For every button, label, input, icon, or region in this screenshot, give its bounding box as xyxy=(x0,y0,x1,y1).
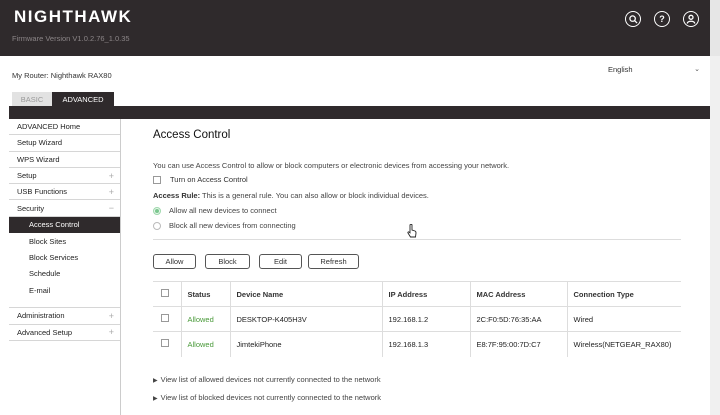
status-cell: Allowed xyxy=(180,306,230,332)
firmware-version: Firmware Version V1.0.2.76_1.0.35 xyxy=(12,34,130,43)
mode-tabs: BASIC ADVANCED xyxy=(12,92,114,106)
sidebar-subitem-email[interactable]: E-mail xyxy=(9,282,120,298)
allowed-devices-link[interactable]: ▶ View list of allowed devices not curren… xyxy=(153,375,381,384)
access-rule-label: Access Rule: xyxy=(153,191,201,200)
page-scrollbar[interactable] xyxy=(710,56,720,415)
table-row[interactable]: Allowed JimtekiPhone 192.168.1.3 E8:7F:9… xyxy=(153,331,681,357)
row-checkbox[interactable] xyxy=(161,339,169,348)
sidebar-item-administration[interactable]: Administration + xyxy=(9,308,120,325)
expand-icon: + xyxy=(108,310,114,321)
sidebar-subitem-block-services[interactable]: Block Services xyxy=(9,249,120,265)
sidebar-nav: ADVANCED Home Setup Wizard WPS Wizard Se… xyxy=(9,119,121,415)
turn-on-row: Turn on Access Control xyxy=(153,175,248,184)
sidebar-item-advanced-setup[interactable]: Advanced Setup + xyxy=(9,325,120,341)
blocked-devices-link[interactable]: ▶ View list of blocked devices not curren… xyxy=(153,393,381,402)
section-divider xyxy=(153,239,681,240)
tab-advanced[interactable]: ADVANCED xyxy=(52,92,114,106)
mac-address-cell: 2C:F0:5D:76:35:AA xyxy=(469,306,567,332)
table-header-row: Status Device Name IP Address MAC Addres… xyxy=(153,281,681,307)
expand-icon: + xyxy=(108,170,114,181)
sidebar-item-wps-wizard[interactable]: WPS Wizard xyxy=(9,152,120,168)
mac-address-cell: E8:7F:95:00:7D:C7 xyxy=(469,331,567,357)
block-button[interactable]: Block xyxy=(205,254,250,269)
sidebar-item-advanced-home[interactable]: ADVANCED Home xyxy=(9,119,120,136)
edit-button[interactable]: Edit xyxy=(259,254,302,269)
scrollbar-top xyxy=(710,0,720,56)
row-checkbox[interactable] xyxy=(161,314,169,322)
status-cell: Allowed xyxy=(180,331,230,357)
device-table: Status Device Name IP Address MAC Addres… xyxy=(153,281,681,357)
collapse-icon: − xyxy=(108,203,114,214)
caret-right-icon: ▶ xyxy=(153,378,158,384)
select-all-cell xyxy=(153,281,181,307)
brand-logo: NIGHTHAWK xyxy=(14,7,133,26)
refresh-button[interactable]: Refresh xyxy=(308,254,359,269)
sidebar-item-usb-functions[interactable]: USB Functions + xyxy=(9,184,120,201)
sidebar-subitem-block-sites[interactable]: Block Sites xyxy=(9,233,120,249)
sidebar-subitem-schedule[interactable]: Schedule xyxy=(9,266,120,282)
sidebar-item-security[interactable]: Security − xyxy=(9,200,120,217)
connection-type-cell: Wireless(NETGEAR_RAX80) xyxy=(566,331,681,357)
sidebar-divider xyxy=(9,298,120,309)
turn-on-label: Turn on Access Control xyxy=(170,175,248,184)
allow-button[interactable]: Allow xyxy=(153,254,196,269)
page-title: Access Control xyxy=(153,129,231,141)
language-select[interactable]: English ⌄ xyxy=(606,62,704,76)
expand-icon: + xyxy=(108,186,114,197)
tab-underline-band xyxy=(9,106,720,119)
caret-right-icon: ▶ xyxy=(153,396,158,402)
sidebar-subitem-access-control[interactable]: Access Control xyxy=(9,216,120,234)
select-all-checkbox[interactable] xyxy=(161,289,169,297)
device-name-cell: DESKTOP-K405H3V xyxy=(229,306,382,332)
sidebar-item-setup-wizard[interactable]: Setup Wizard xyxy=(9,135,120,152)
column-header: Status xyxy=(180,281,230,307)
sidebar-item-setup[interactable]: Setup + xyxy=(9,168,120,185)
ip-address-cell: 192.168.1.3 xyxy=(381,331,470,357)
ip-address-cell: 192.168.1.2 xyxy=(381,306,470,332)
turn-on-checkbox[interactable] xyxy=(153,175,161,184)
top-header: NIGHTHAWK Firmware Version V1.0.2.76_1.0… xyxy=(0,0,720,56)
connection-type-cell: Wired xyxy=(566,306,681,332)
row-select-cell xyxy=(153,332,181,357)
access-rule-text: Access Rule: This is a general rule. You… xyxy=(153,191,429,200)
radio-block-all[interactable]: Block all new devices from connecting xyxy=(153,221,296,230)
search-icon[interactable] xyxy=(625,11,641,27)
column-header: Device Name xyxy=(229,281,382,307)
user-icon[interactable] xyxy=(683,11,699,27)
chevron-down-icon: ⌄ xyxy=(694,66,700,73)
table-row[interactable]: Allowed DESKTOP-K405H3V 192.168.1.2 2C:F… xyxy=(153,306,681,332)
column-header: Connection Type xyxy=(566,281,681,307)
tab-basic[interactable]: BASIC xyxy=(12,92,52,106)
column-header: MAC Address xyxy=(469,281,567,307)
router-name: My Router: Nighthawk RAX80 xyxy=(12,71,112,80)
page-description: You can use Access Control to allow or b… xyxy=(153,161,510,170)
language-value: English xyxy=(608,64,633,74)
row-select-cell xyxy=(153,306,181,332)
expand-icon: + xyxy=(108,327,114,338)
radio-button[interactable] xyxy=(153,221,161,230)
radio-allow-all[interactable]: Allow all new devices to connect xyxy=(153,206,277,215)
help-icon[interactable]: ? xyxy=(654,11,670,27)
radio-button-selected[interactable] xyxy=(153,206,161,215)
device-name-cell: JimtekiPhone xyxy=(229,331,382,357)
mouse-cursor-icon xyxy=(407,223,417,240)
column-header: IP Address xyxy=(381,281,470,307)
